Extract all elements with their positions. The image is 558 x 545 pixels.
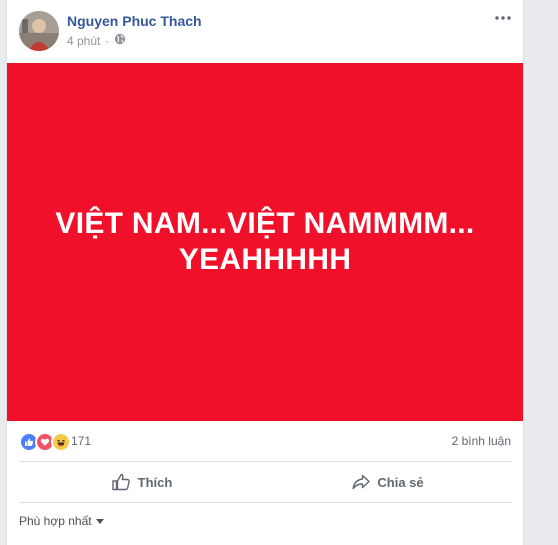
post-meta: 4 phút · (67, 33, 126, 48)
reactions-summary: 171 2 bình luận (7, 426, 523, 456)
more-options-icon[interactable] (495, 8, 511, 26)
globe-icon[interactable] (114, 33, 126, 48)
like-label: Thích (137, 474, 173, 490)
status-background: VIỆT NAM...VIỆT NAMMMM... YEAHHHHH (7, 63, 523, 421)
post-time[interactable]: 4 phút (67, 34, 100, 48)
reaction-icons[interactable] (19, 432, 71, 452)
action-bar: Thích Chia sẻ (19, 465, 511, 499)
comment-count[interactable]: 2 bình luận (452, 434, 511, 448)
avatar[interactable] (19, 11, 59, 51)
status-text-line-2: YEAHHHHH (178, 243, 352, 276)
reaction-count[interactable]: 171 (71, 434, 91, 448)
like-button[interactable]: Thích (19, 465, 265, 499)
post-card: Nguyen Phuc Thach 4 phút · VIỆT NAM...VI… (6, 0, 524, 545)
comment-sort-dropdown[interactable]: Phù hợp nhất (19, 514, 104, 528)
author-name[interactable]: Nguyen Phuc Thach (67, 13, 202, 29)
share-label: Chia sẻ (377, 474, 424, 490)
share-arrow-icon (352, 474, 371, 490)
post-header: Nguyen Phuc Thach 4 phút · (7, 0, 523, 62)
meta-separator: · (105, 33, 110, 48)
divider (19, 461, 511, 462)
comment-sort-label: Phù hợp nhất (19, 514, 92, 528)
thumbs-up-icon (111, 473, 130, 491)
haha-icon (51, 432, 71, 452)
share-button[interactable]: Chia sẻ (265, 465, 511, 499)
status-text-line-1: VIỆT NAM...VIỆT NAMMMM... (55, 207, 475, 240)
divider (19, 502, 511, 503)
avatar-image (19, 11, 59, 51)
caret-down-icon (95, 518, 104, 524)
